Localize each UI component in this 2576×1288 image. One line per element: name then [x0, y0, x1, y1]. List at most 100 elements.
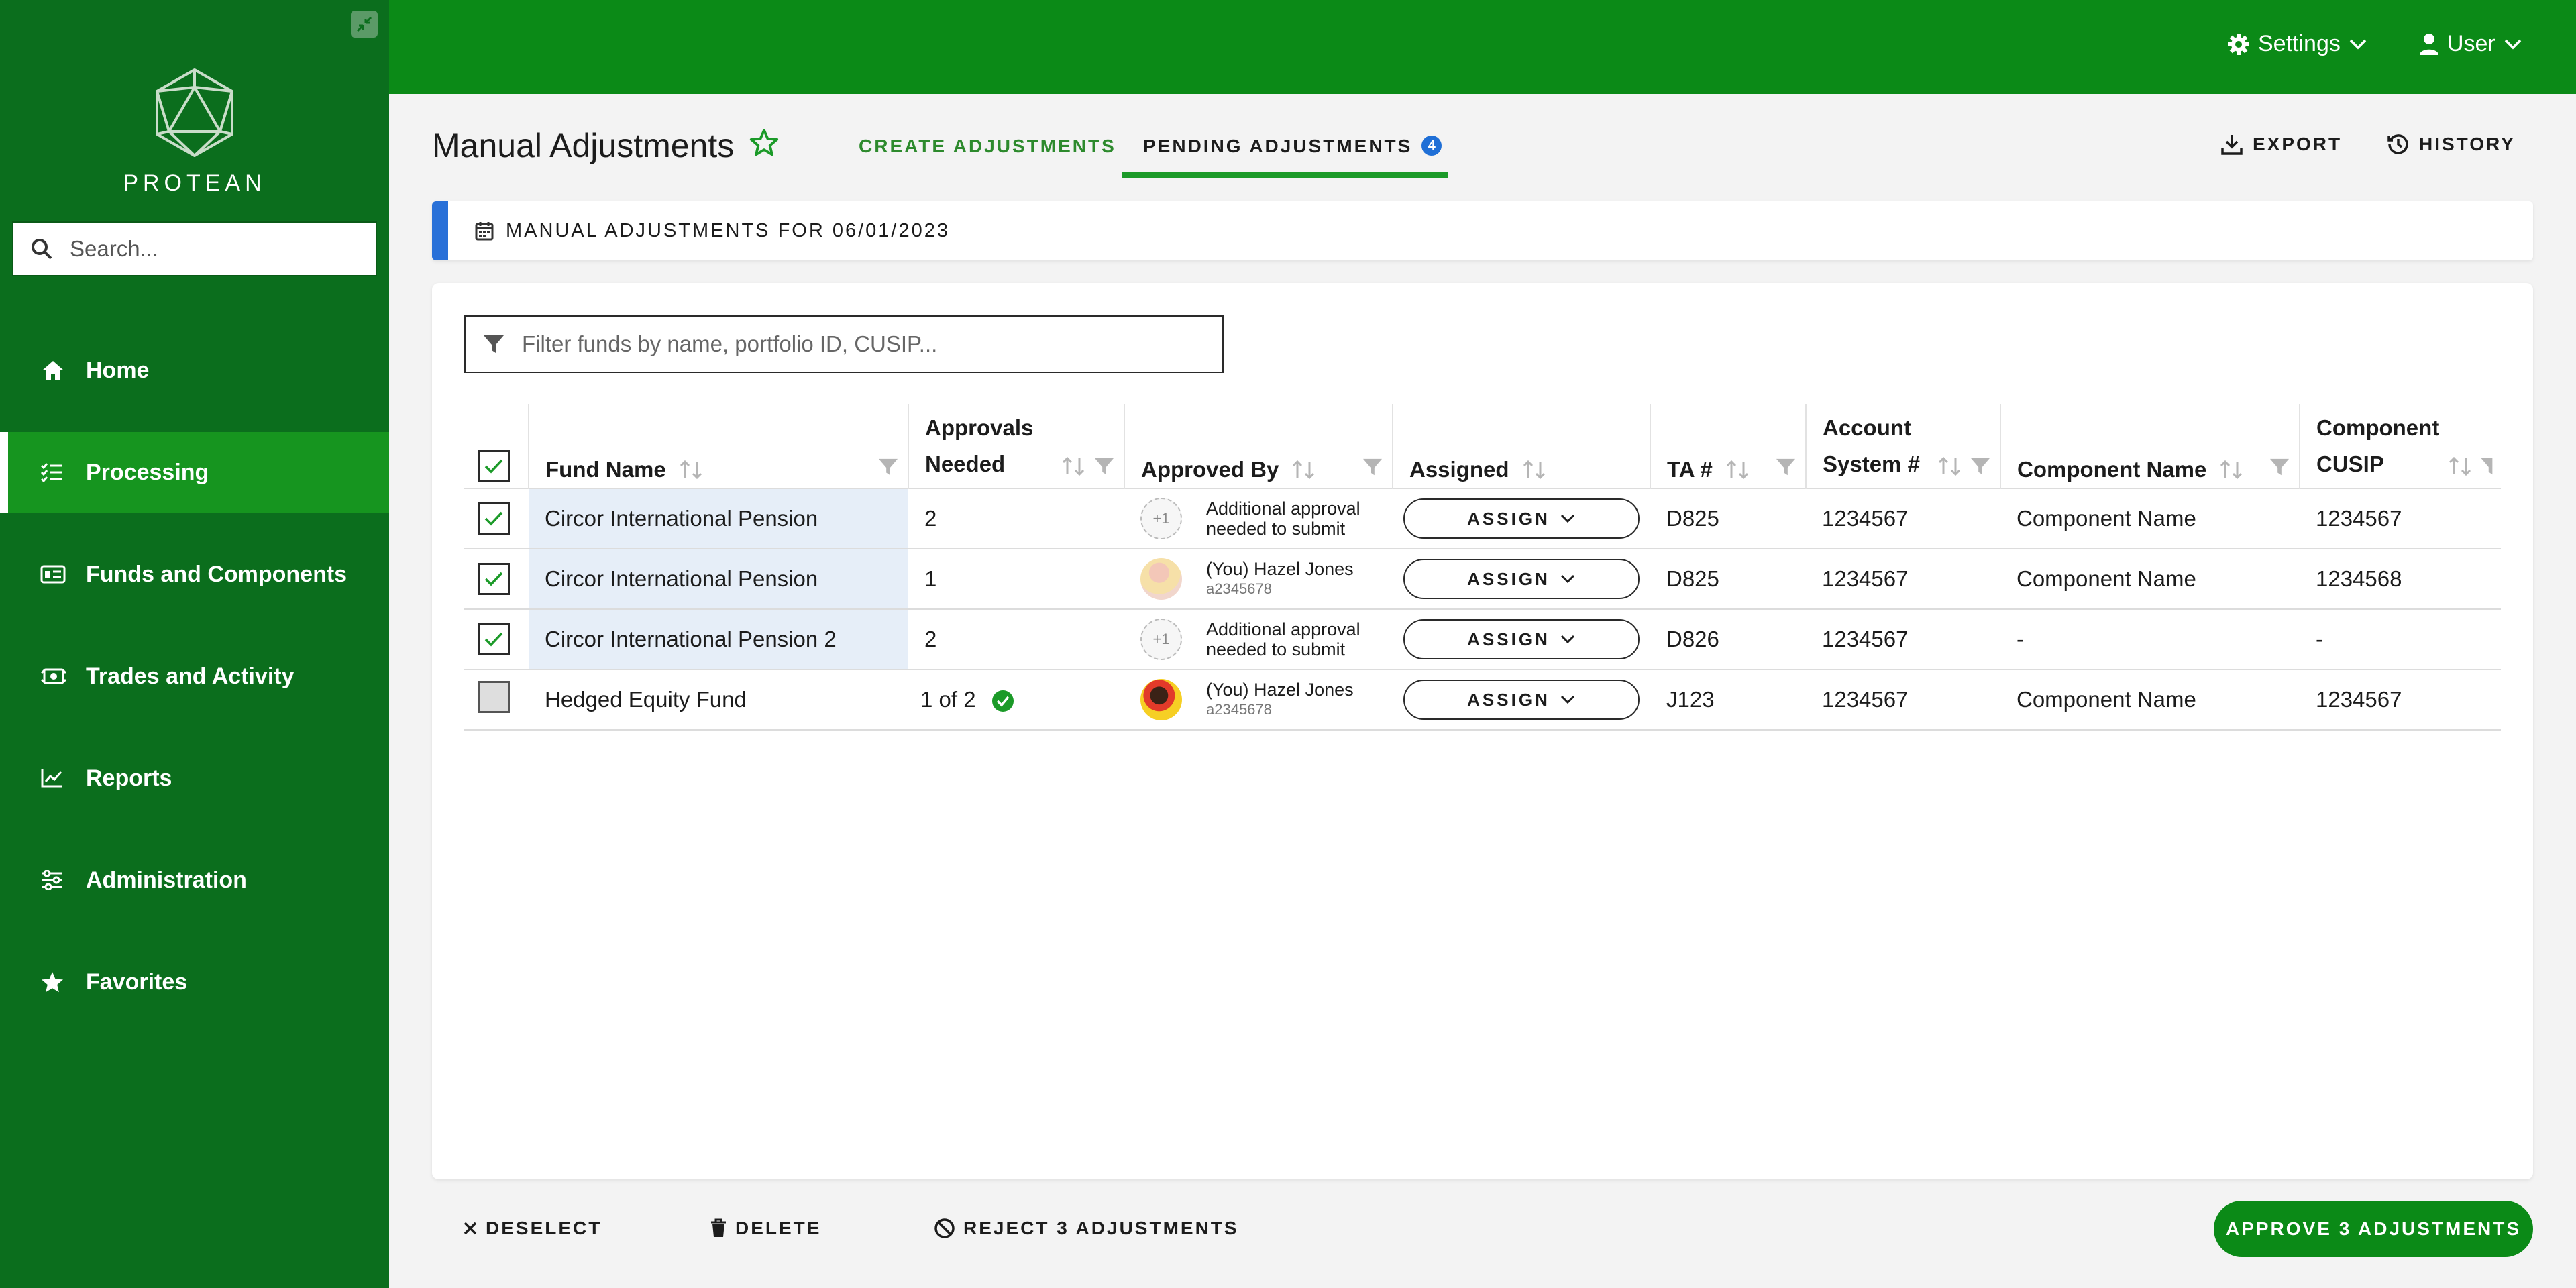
sort-icon[interactable]	[678, 459, 705, 480]
sort-icon[interactable]	[1061, 455, 1087, 477]
filter-icon[interactable]	[2479, 456, 2493, 476]
approved-by-cell: +1 Additional approval needed to submit	[1124, 609, 1393, 670]
sidebar-search[interactable]	[12, 221, 377, 276]
money-exchange-icon	[40, 663, 71, 690]
tab-create-adjustments[interactable]: CREATE ADJUSTMENTS	[859, 136, 1116, 157]
filter-icon[interactable]	[1774, 457, 1797, 477]
download-icon	[2221, 135, 2243, 155]
table-row[interactable]: Circor International Pension 2 2 +1 Addi…	[464, 609, 2501, 670]
calendar-icon	[475, 222, 494, 241]
search-input[interactable]	[70, 236, 365, 262]
column-account-system[interactable]: Account System #	[1806, 404, 2001, 488]
approvals-cell: 1 of 2	[908, 669, 1124, 731]
reject-label: REJECT 3 ADJUSTMENTS	[963, 1218, 1239, 1238]
approver-id: a2345678	[1206, 701, 1272, 718]
column-approvals-needed[interactable]: Approvals Needed	[908, 404, 1125, 488]
assign-dropdown[interactable]: ASSIGN	[1403, 559, 1640, 599]
fund-filter[interactable]	[464, 315, 1224, 373]
approvals-value: 1 of 2	[920, 686, 976, 712]
adjustments-card: Fund Name Approvals Needed Approved By	[432, 283, 2533, 1179]
user-icon	[2420, 33, 2438, 55]
deselect-button[interactable]: DESELECT	[463, 1218, 602, 1239]
column-approved-by[interactable]: Approved By	[1124, 404, 1393, 488]
column-component-name[interactable]: Component Name	[2000, 404, 2300, 488]
approvals-cell: 1	[908, 549, 1124, 610]
account-cell: 1234567	[1806, 549, 2000, 610]
cusip-cell: 1234568	[2300, 549, 2501, 610]
user-menu[interactable]: User	[2411, 31, 2530, 57]
approver-text: Additional approval	[1206, 498, 1360, 519]
sidebar-item-home[interactable]: Home	[0, 330, 389, 411]
filter-icon[interactable]	[1969, 456, 1992, 476]
chevron-down-icon	[2349, 39, 2367, 49]
assign-label: ASSIGN	[1467, 568, 1550, 589]
filter-icon[interactable]	[1093, 456, 1116, 476]
sidebar-item-label: Home	[86, 357, 150, 383]
assigned-cell: ASSIGN	[1393, 488, 1650, 549]
history-button[interactable]: HISTORY	[2387, 133, 2516, 156]
column-label: Fund Name	[545, 457, 666, 482]
sidebar-item-administration[interactable]: Administration	[0, 840, 389, 920]
sort-icon[interactable]	[2218, 459, 2245, 480]
filter-icon[interactable]	[2268, 457, 2291, 477]
id-card-icon	[40, 561, 71, 588]
page-title: Manual Adjustments	[432, 126, 780, 165]
assign-dropdown[interactable]: ASSIGN	[1403, 680, 1640, 720]
select-all-header	[464, 404, 529, 488]
filter-input[interactable]	[522, 331, 1206, 357]
sort-icon[interactable]	[1937, 455, 1964, 477]
settings-menu[interactable]: Settings	[2219, 31, 2375, 57]
column-component-cusip[interactable]: Component CUSIP	[2300, 404, 2501, 488]
column-ta[interactable]: TA #	[1650, 404, 1807, 488]
trash-icon	[711, 1218, 726, 1237]
row-checkbox[interactable]	[478, 563, 510, 595]
gear-icon	[2228, 33, 2249, 55]
sort-icon[interactable]	[2447, 455, 2474, 477]
tab-pending-adjustments[interactable]: PENDING ADJUSTMENTS 4	[1122, 136, 1448, 178]
table-row[interactable]: Circor International Pension 2 +1 Additi…	[464, 488, 2501, 549]
ta-cell: D825	[1650, 549, 1806, 610]
sidebar-item-funds[interactable]: Funds and Components	[0, 534, 389, 614]
chevron-down-icon	[1560, 695, 1574, 704]
filter-icon[interactable]	[877, 457, 900, 477]
column-assigned[interactable]: Assigned	[1393, 404, 1651, 488]
row-select-cell	[464, 549, 529, 610]
chevron-down-icon	[2504, 39, 2522, 49]
delete-button[interactable]: DELETE	[710, 1218, 821, 1239]
collapse-sidebar-button[interactable]	[351, 11, 378, 38]
component-name-cell: Component Name	[2000, 488, 2300, 549]
approver-subtext: needed to submit	[1206, 519, 1346, 539]
select-all-checkbox[interactable]	[478, 450, 510, 482]
date-banner: MANUAL ADJUSTMENTS FOR 06/01/2023	[432, 201, 2533, 260]
user-label: User	[2447, 31, 2496, 56]
export-button[interactable]: EXPORT	[2220, 133, 2342, 156]
history-icon	[2387, 134, 2408, 154]
account-cell: 1234567	[1806, 609, 2000, 670]
approved-by-cell: (You) Hazel Jones a2345678	[1124, 549, 1393, 610]
reject-button[interactable]: REJECT 3 ADJUSTMENTS	[934, 1218, 1239, 1239]
sidebar-item-processing[interactable]: Processing	[0, 432, 389, 513]
approved-by-cell: (You) Hazel Jones a2345678	[1124, 669, 1393, 731]
settings-label: Settings	[2258, 31, 2341, 56]
row-checkbox[interactable]	[478, 502, 510, 535]
table-row[interactable]: Circor International Pension 1 (You) Haz…	[464, 549, 2501, 610]
assign-dropdown[interactable]: ASSIGN	[1403, 619, 1640, 659]
favorite-star-icon[interactable]	[749, 126, 780, 165]
close-icon	[464, 1222, 477, 1235]
ta-cell: D825	[1650, 488, 1806, 549]
sort-icon[interactable]	[1521, 459, 1548, 480]
table-row[interactable]: Hedged Equity Fund 1 of 2 (You) Hazel Jo…	[464, 669, 2501, 731]
sidebar-item-favorites[interactable]: Favorites	[0, 942, 389, 1022]
assign-dropdown[interactable]: ASSIGN	[1403, 498, 1640, 539]
column-fund-name[interactable]: Fund Name	[529, 404, 909, 488]
row-checkbox[interactable]	[478, 681, 510, 713]
sort-icon[interactable]	[1291, 459, 1318, 480]
page-title-text: Manual Adjustments	[432, 127, 735, 164]
sidebar-item-trades[interactable]: Trades and Activity	[0, 636, 389, 716]
approve-button[interactable]: APPROVE 3 ADJUSTMENTS	[2214, 1201, 2533, 1257]
filter-icon[interactable]	[1361, 457, 1384, 477]
sort-icon[interactable]	[1725, 459, 1752, 480]
sidebar-item-reports[interactable]: Reports	[0, 738, 389, 818]
collapse-icon	[356, 16, 372, 32]
row-checkbox[interactable]	[478, 623, 510, 655]
